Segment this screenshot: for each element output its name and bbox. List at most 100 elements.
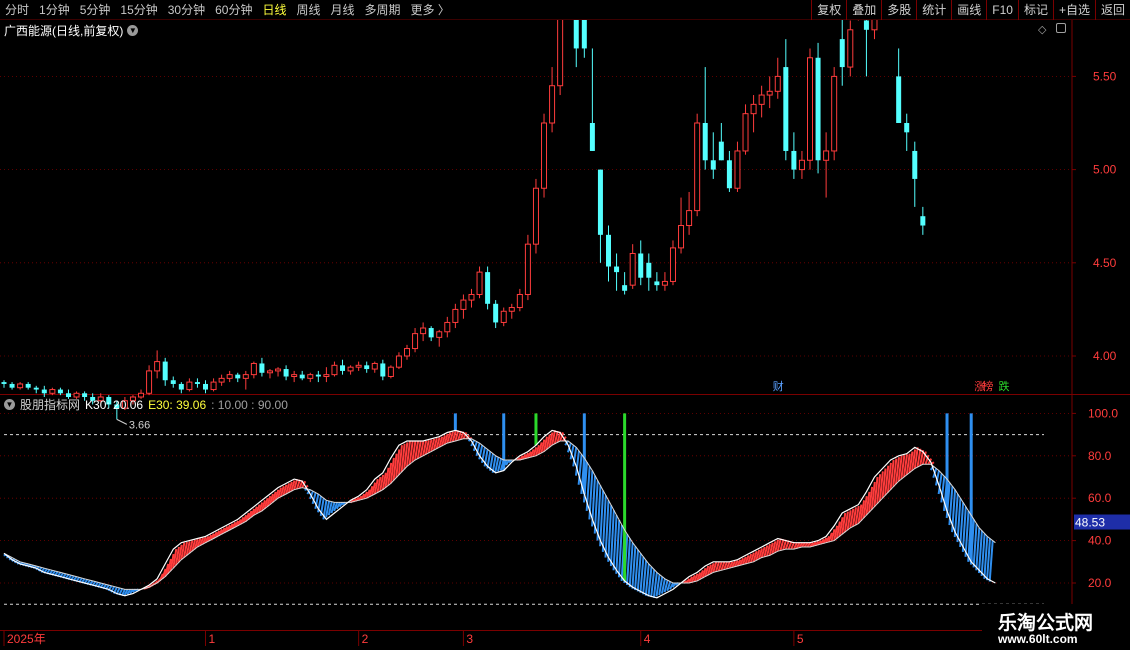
event-marker-die: 跌 xyxy=(998,379,1009,393)
candle-body xyxy=(412,333,419,350)
main-title-text: 广西能源(日线,前复权) xyxy=(4,24,124,38)
toolbar-button-1[interactable]: 叠加 xyxy=(846,0,881,20)
candle-body xyxy=(170,380,176,384)
candle-body xyxy=(395,355,402,368)
candle-body xyxy=(242,374,249,379)
candle-body xyxy=(629,252,636,286)
candle-body xyxy=(203,383,208,390)
price-tick-label: 4.00 xyxy=(1093,349,1117,363)
candle-body xyxy=(33,387,39,390)
price-tick-label: 5.50 xyxy=(1093,69,1117,83)
chevron-down-icon[interactable]: ▼ xyxy=(127,25,139,36)
candle-body xyxy=(774,75,781,92)
candle-body xyxy=(162,361,168,381)
period-tab-2[interactable]: 5分钟 xyxy=(75,0,116,20)
e30-label: E30: 39.06 xyxy=(148,397,207,412)
candle-body xyxy=(581,20,587,49)
candle-body xyxy=(815,57,821,161)
candle-body xyxy=(791,150,797,170)
x-tick-label: 2025年 xyxy=(7,632,46,646)
levels-label: : 10.00 : 90.00 xyxy=(211,397,288,412)
x-tick-label: 3 xyxy=(466,632,473,646)
candle-body xyxy=(146,370,153,394)
toolbar-button-5[interactable]: F10 xyxy=(986,0,1018,20)
candle-body xyxy=(476,271,483,295)
period-tab-6[interactable]: 日线 xyxy=(257,0,291,20)
candle-body xyxy=(315,374,321,377)
candle-body xyxy=(508,307,515,312)
candle-body xyxy=(235,374,241,379)
logo-url: www.60lt.com xyxy=(998,632,1078,646)
period-tab-3[interactable]: 15分钟 xyxy=(115,0,162,20)
site-logo: 乐淘公式网 www.60lt.com xyxy=(982,604,1130,650)
period-tab-9[interactable]: 多周期 xyxy=(360,0,406,20)
period-tab-10[interactable]: 更多 〉 xyxy=(406,0,455,20)
candle-body xyxy=(404,348,410,357)
candle-body xyxy=(355,364,362,368)
candle-body xyxy=(444,321,451,333)
candle-body xyxy=(323,374,330,378)
candle-body xyxy=(912,150,918,179)
toolbar-button-6[interactable]: 标记 xyxy=(1017,0,1053,20)
candle-body xyxy=(250,362,257,376)
candle-body xyxy=(9,383,15,388)
toolbar-button-2[interactable]: 多股 xyxy=(881,0,916,20)
candle-body xyxy=(485,272,491,304)
toolbar-button-0[interactable]: 复权 xyxy=(811,0,846,20)
candle-body xyxy=(920,216,926,226)
diamond-icon[interactable]: ◇ xyxy=(1038,23,1046,36)
candle-body xyxy=(452,308,459,323)
toolbar-button-8[interactable]: 返回 xyxy=(1094,0,1130,20)
toolbar-button-4[interactable]: 画线 xyxy=(951,0,986,20)
x-tick-label: 1 xyxy=(209,632,216,646)
candle-body xyxy=(428,328,434,338)
candle-body xyxy=(669,247,676,282)
candle-body xyxy=(678,225,685,249)
candle-body xyxy=(766,90,773,96)
candle-body xyxy=(347,366,354,372)
period-tab-1[interactable]: 1分钟 xyxy=(34,0,75,20)
candle-body xyxy=(750,103,757,115)
candle-body xyxy=(516,293,523,309)
candle-body xyxy=(541,122,548,189)
candle-body xyxy=(1,382,7,384)
toolbar-button-3[interactable]: 统计 xyxy=(916,0,951,20)
settings-box-icon[interactable] xyxy=(1056,23,1066,33)
tool-buttons: 复权 叠加 多股 统计 画线 F10 标记 +自选 返回 xyxy=(811,0,1130,20)
toolbar-button-7[interactable]: +自选 xyxy=(1052,0,1095,20)
chevron-down-icon[interactable]: ▼ xyxy=(4,399,15,410)
price-tick-label: 5.00 xyxy=(1093,163,1117,177)
candle-body xyxy=(807,57,813,161)
candle-body xyxy=(493,303,499,323)
osc-tick-label: 80.0 xyxy=(1088,449,1112,463)
candle-body xyxy=(589,123,595,151)
candle-body xyxy=(734,150,741,189)
candle-body xyxy=(331,364,338,376)
candle-body xyxy=(614,266,620,273)
period-tab-4[interactable]: 30分钟 xyxy=(163,0,210,20)
period-tab-8[interactable]: 月线 xyxy=(326,0,360,20)
period-tab-5[interactable]: 60分钟 xyxy=(210,0,257,20)
candle-body xyxy=(299,374,305,379)
candle-body xyxy=(646,262,652,278)
candle-body xyxy=(726,160,732,189)
candle-body xyxy=(380,363,386,377)
candle-body xyxy=(178,383,184,390)
candle-body xyxy=(896,76,902,123)
kline-chart[interactable]: 4.004.505.005.506.006.507.0020.040.060.0… xyxy=(0,20,1130,650)
candle-body xyxy=(468,293,475,301)
toolbar: 分时 1分钟 5分钟 15分钟 30分钟 60分钟 日线 周线 月线 多周期 更多 〉 复权 叠加 多股… xyxy=(0,0,1130,20)
candle-body xyxy=(718,141,724,161)
candle-body xyxy=(742,113,749,152)
annotation-label: 3.66 xyxy=(129,419,150,431)
candle-body xyxy=(41,389,47,394)
candle-body xyxy=(823,150,830,161)
candle-body xyxy=(904,123,910,133)
candle-body xyxy=(420,327,427,335)
price-tick-label: 4.50 xyxy=(1093,256,1117,270)
candle-body xyxy=(436,331,443,338)
candle-body xyxy=(661,280,668,286)
period-tab-7[interactable]: 周线 xyxy=(291,0,325,20)
period-tab-0[interactable]: 分时 xyxy=(0,0,34,20)
candle-body xyxy=(549,85,556,124)
